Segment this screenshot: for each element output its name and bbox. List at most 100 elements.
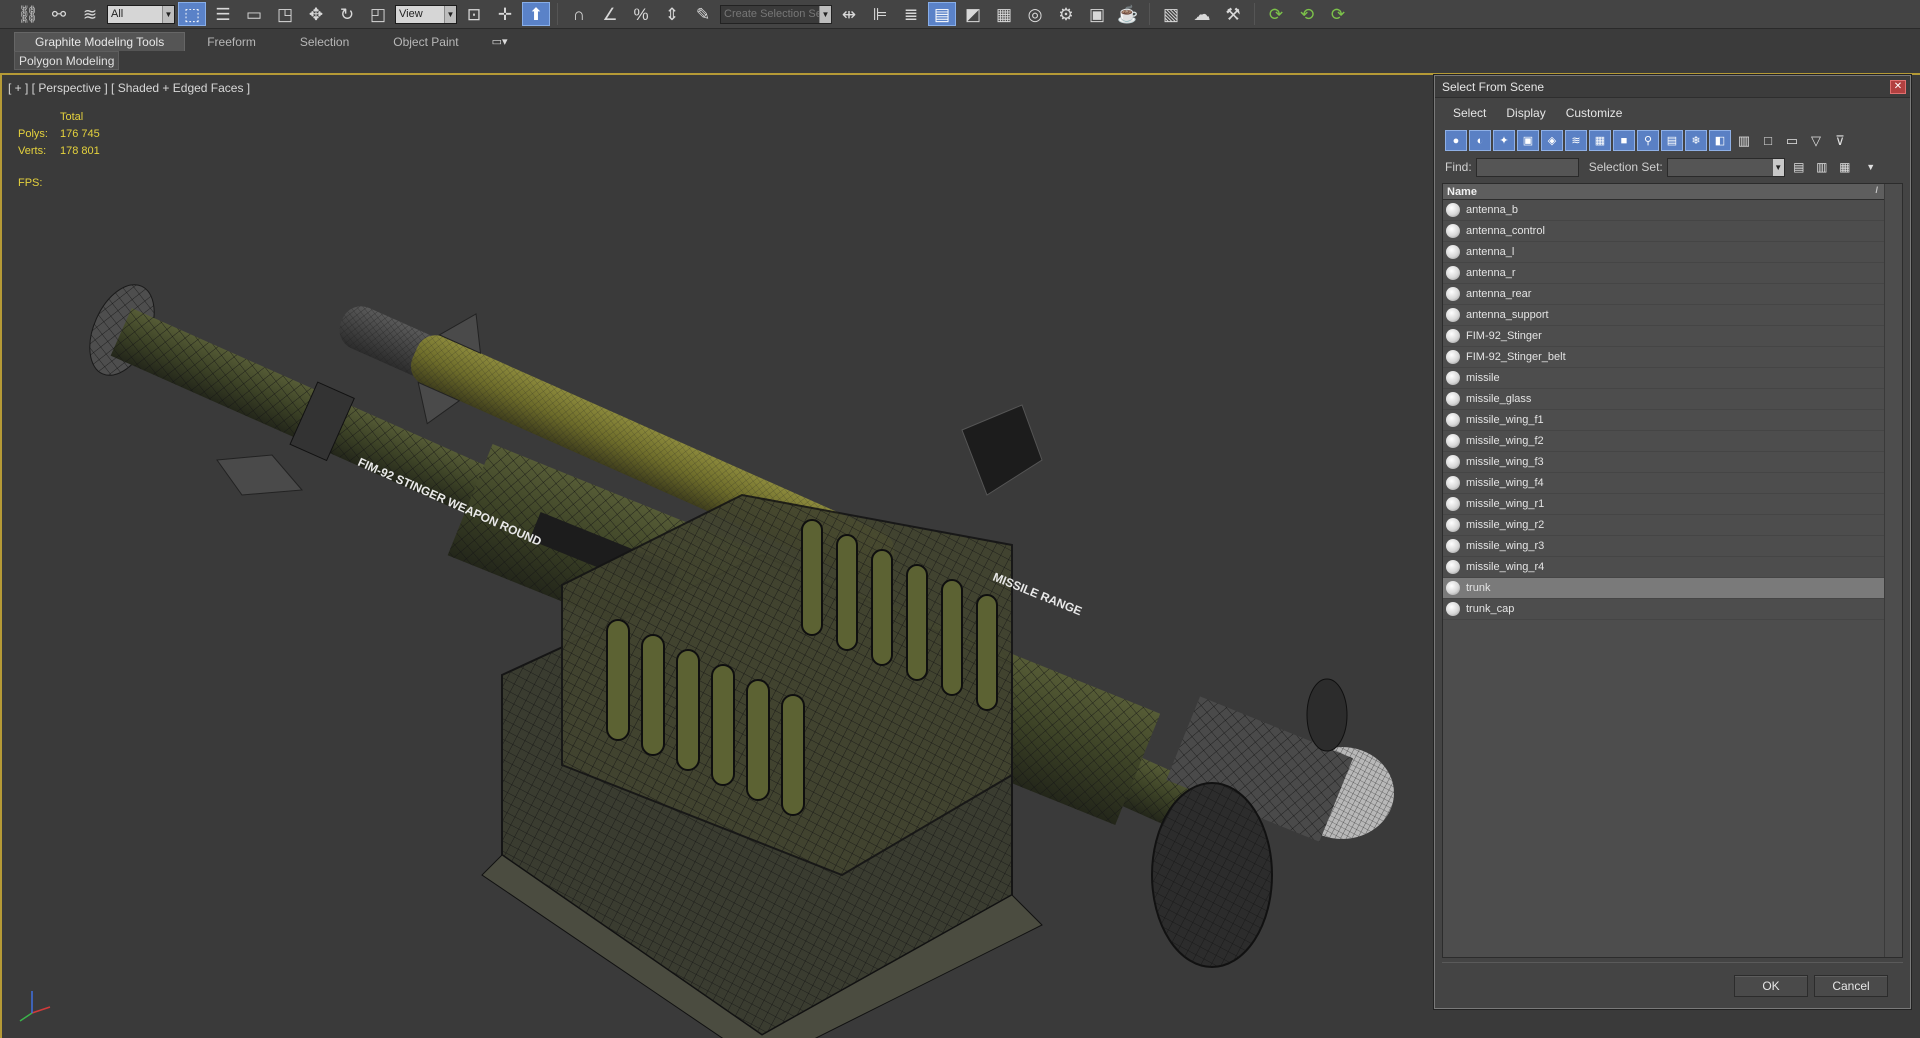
percent-snap-icon[interactable]: % bbox=[627, 2, 655, 26]
mirror-icon[interactable]: ⇹ bbox=[835, 2, 863, 26]
select-by-name-icon[interactable]: ☰ bbox=[209, 2, 237, 26]
ok-button[interactable]: OK bbox=[1734, 975, 1808, 997]
tab-graphite-modeling-tools[interactable]: Graphite Modeling Tools bbox=[14, 32, 186, 51]
link-icon[interactable]: ⛓ bbox=[14, 2, 42, 26]
list-item[interactable]: antenna_b bbox=[1443, 200, 1884, 221]
tools-icon[interactable]: ⚒ bbox=[1219, 2, 1247, 26]
pivot-center-icon[interactable]: ⊡ bbox=[460, 2, 488, 26]
green-update-icon[interactable]: ⟲ bbox=[1293, 2, 1321, 26]
tab-object-paint[interactable]: Object Paint bbox=[371, 32, 480, 51]
align-icon[interactable]: ⊫ bbox=[866, 2, 894, 26]
rendered-frame-window-icon[interactable]: ▣ bbox=[1083, 2, 1111, 26]
filter-icon[interactable]: ▽ bbox=[1805, 130, 1827, 151]
viewport-label[interactable]: [ + ] [ Perspective ] [ Shaded + Edged F… bbox=[8, 81, 250, 95]
select-from-scene-dialog: Select From Scene ✕ Select Display Custo… bbox=[1434, 75, 1911, 1009]
list-item[interactable]: missile_wing_r3 bbox=[1443, 536, 1884, 557]
list-item[interactable]: FIM-92_Stinger bbox=[1443, 326, 1884, 347]
material-editor-icon[interactable]: ◎ bbox=[1021, 2, 1049, 26]
select-object-icon[interactable]: ⬚ bbox=[178, 2, 206, 26]
bind-space-warp-icon[interactable]: ≋ bbox=[76, 2, 104, 26]
ribbon-options-icon[interactable]: ▭▾ bbox=[487, 32, 513, 51]
list-item[interactable]: FIM-92_Stinger_belt bbox=[1443, 347, 1884, 368]
invert-display-icon[interactable]: ▭ bbox=[1781, 130, 1803, 151]
display-bones-icon[interactable]: ⚲ bbox=[1637, 130, 1659, 151]
expand-options-icon[interactable]: ▼ bbox=[1862, 158, 1880, 176]
display-cameras-icon[interactable]: ▣ bbox=[1517, 130, 1539, 151]
green-sync-icon[interactable]: ⟳ bbox=[1324, 2, 1352, 26]
list-item[interactable]: antenna_support bbox=[1443, 305, 1884, 326]
dialog-titlebar[interactable]: Select From Scene ✕ bbox=[1435, 76, 1910, 98]
container-icon[interactable]: ▧ bbox=[1157, 2, 1185, 26]
load-selection-set-icon[interactable]: ▥ bbox=[1813, 158, 1831, 176]
display-lights-icon[interactable]: ✦ bbox=[1493, 130, 1515, 151]
cancel-button[interactable]: Cancel bbox=[1814, 975, 1888, 997]
render-setup-icon[interactable]: ⚙ bbox=[1052, 2, 1080, 26]
list-item[interactable]: missile_wing_f1 bbox=[1443, 410, 1884, 431]
filter-options-icon[interactable]: ⊽ bbox=[1829, 130, 1851, 151]
selection-filter-dropdown[interactable]: All ▼ bbox=[107, 4, 175, 24]
list-item[interactable]: missile_wing_r1 bbox=[1443, 494, 1884, 515]
green-refresh-icon[interactable]: ⟳ bbox=[1262, 2, 1290, 26]
display-xrefs-icon[interactable]: ■ bbox=[1613, 130, 1635, 151]
graphite-toggle-icon[interactable]: ▤ bbox=[928, 2, 956, 26]
list-item[interactable]: missile_wing_f4 bbox=[1443, 473, 1884, 494]
column-header-name[interactable]: Name / bbox=[1443, 184, 1902, 200]
list-item[interactable]: trunk bbox=[1443, 578, 1884, 599]
close-icon[interactable]: ✕ bbox=[1890, 80, 1906, 94]
edit-named-selection-icon[interactable]: ✎ bbox=[689, 2, 717, 26]
display-groups-icon[interactable]: ▦ bbox=[1589, 130, 1611, 151]
display-space-warps-icon[interactable]: ≋ bbox=[1565, 130, 1587, 151]
move-icon[interactable]: ✥ bbox=[302, 2, 330, 26]
curve-editor-icon[interactable]: ◩ bbox=[959, 2, 987, 26]
list-item[interactable]: missile_wing_f2 bbox=[1443, 431, 1884, 452]
scale-icon[interactable]: ◰ bbox=[364, 2, 392, 26]
named-selection-set-dropdown[interactable]: Create Selection Se ▼ bbox=[720, 4, 832, 24]
display-all-icon[interactable]: ▥ bbox=[1733, 130, 1755, 151]
find-input[interactable] bbox=[1475, 157, 1579, 177]
rectangular-selection-icon[interactable]: ▭ bbox=[240, 2, 268, 26]
display-helpers-icon[interactable]: ◈ bbox=[1541, 130, 1563, 151]
chevron-down-icon: ▼ bbox=[819, 5, 831, 23]
layer-manager-icon[interactable]: ≣ bbox=[897, 2, 925, 26]
tab-freeform[interactable]: Freeform bbox=[185, 32, 278, 51]
list-item[interactable]: antenna_l bbox=[1443, 242, 1884, 263]
display-geometry-icon[interactable]: ● bbox=[1445, 130, 1467, 151]
display-shapes-icon[interactable]: ◐ bbox=[1469, 130, 1491, 151]
fps-label: FPS: bbox=[18, 177, 43, 189]
menu-display[interactable]: Display bbox=[1496, 103, 1555, 123]
list-item[interactable]: antenna_control bbox=[1443, 221, 1884, 242]
ribbon-panel-polygon-modeling[interactable]: Polygon Modeling bbox=[14, 51, 120, 70]
list-item[interactable]: missile_glass bbox=[1443, 389, 1884, 410]
list-item[interactable]: trunk_cap bbox=[1443, 599, 1884, 620]
select-manipulate-icon[interactable]: ✛ bbox=[491, 2, 519, 26]
selection-set-dropdown[interactable]: ▼ bbox=[1666, 157, 1785, 177]
list-item[interactable]: missile_wing_f3 bbox=[1443, 452, 1884, 473]
display-containers-icon[interactable]: ▤ bbox=[1661, 130, 1683, 151]
render-production-icon[interactable]: ☕ bbox=[1114, 2, 1142, 26]
reference-coordinate-dropdown[interactable]: View ▼ bbox=[395, 4, 457, 24]
list-item[interactable]: antenna_r bbox=[1443, 263, 1884, 284]
list-scrollbar[interactable] bbox=[1884, 184, 1902, 957]
cloud-icon[interactable]: ☁ bbox=[1188, 2, 1216, 26]
main-toolbar: ⛓ ⚯ ≋ All ▼ ⬚ ☰ ▭ ◳ ✥ ↻ ◰ View ▼ ⊡ ✛ ⬆ ∩… bbox=[0, 0, 1920, 29]
angle-snap-icon[interactable]: ∠ bbox=[596, 2, 624, 26]
display-hidden-icon[interactable]: ◧ bbox=[1709, 130, 1731, 151]
rotate-icon[interactable]: ↻ bbox=[333, 2, 361, 26]
display-frozen-icon[interactable]: ❄ bbox=[1685, 130, 1707, 151]
spinner-snap-icon[interactable]: ⇕ bbox=[658, 2, 686, 26]
display-none-icon[interactable]: □ bbox=[1757, 130, 1779, 151]
list-item[interactable]: missile bbox=[1443, 368, 1884, 389]
window-crossing-icon[interactable]: ◳ bbox=[271, 2, 299, 26]
list-item[interactable]: antenna_rear bbox=[1443, 284, 1884, 305]
list-item[interactable]: missile_wing_r2 bbox=[1443, 515, 1884, 536]
save-selection-set-icon[interactable]: ▤ bbox=[1790, 158, 1808, 176]
snaps-toggle-icon[interactable]: ∩ bbox=[565, 2, 593, 26]
schematic-view-icon[interactable]: ▦ bbox=[990, 2, 1018, 26]
keyboard-shortcut-override-icon[interactable]: ⬆ bbox=[522, 2, 550, 26]
menu-select[interactable]: Select bbox=[1443, 103, 1496, 123]
tab-selection[interactable]: Selection bbox=[278, 32, 371, 51]
menu-customize[interactable]: Customize bbox=[1556, 103, 1633, 123]
manage-selection-set-icon[interactable]: ▦ bbox=[1836, 158, 1854, 176]
list-item[interactable]: missile_wing_r4 bbox=[1443, 557, 1884, 578]
unlink-icon[interactable]: ⚯ bbox=[45, 2, 73, 26]
